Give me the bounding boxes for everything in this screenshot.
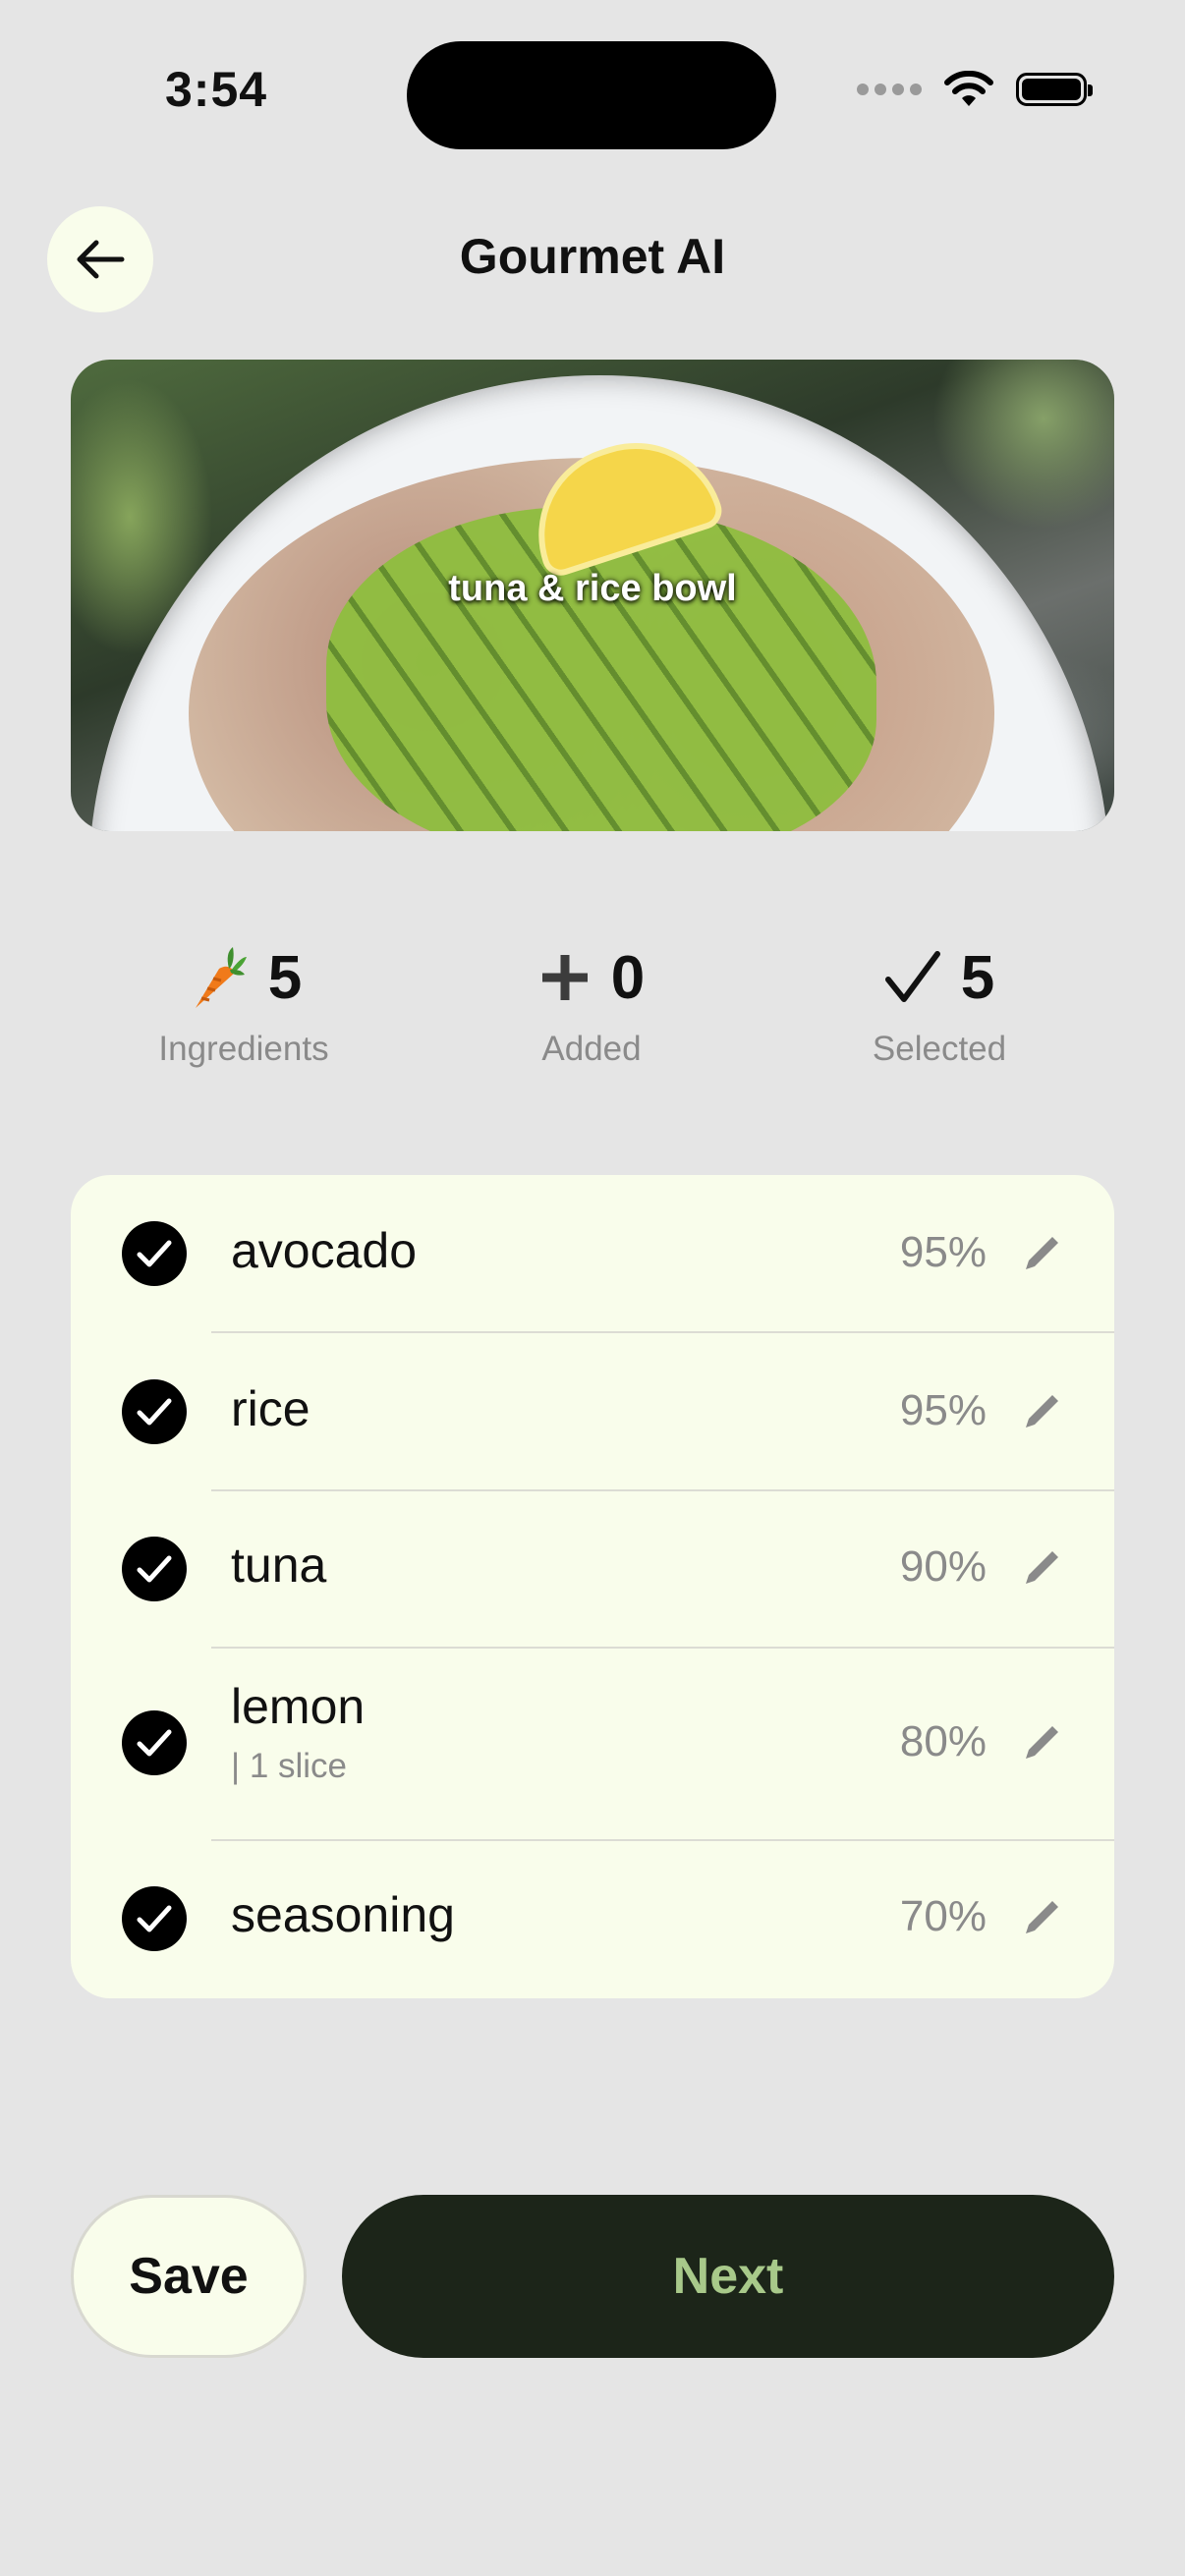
list-item[interactable]: tuna 90% bbox=[71, 1491, 1114, 1647]
list-item[interactable]: seasoning 70% bbox=[71, 1841, 1114, 1998]
ingredient-name: rice bbox=[231, 1381, 310, 1436]
page-title: Gourmet AI bbox=[459, 229, 726, 284]
status-icons bbox=[857, 71, 1093, 108]
pencil-icon[interactable] bbox=[1020, 1390, 1063, 1433]
check-icon bbox=[137, 1555, 172, 1583]
list-item[interactable]: rice 95% bbox=[71, 1333, 1114, 1489]
checkbox-checked[interactable] bbox=[122, 1379, 187, 1444]
ingredients-count: 5 bbox=[267, 943, 303, 1012]
pencil-icon[interactable] bbox=[1020, 1546, 1063, 1590]
next-button[interactable]: Next bbox=[342, 2195, 1114, 2358]
check-icon bbox=[137, 1240, 172, 1267]
stat-selected: 5 Selected bbox=[792, 933, 1087, 1069]
checkbox-checked[interactable] bbox=[122, 1537, 187, 1601]
ingredient-name: avocado bbox=[231, 1223, 418, 1278]
dynamic-island bbox=[407, 41, 776, 149]
confidence-value: 70% bbox=[899, 1892, 987, 1940]
ingredient-name: lemon bbox=[231, 1679, 366, 1734]
check-icon bbox=[137, 1729, 172, 1757]
stat-added: 0 Added bbox=[444, 933, 739, 1069]
added-label: Added bbox=[541, 1030, 642, 1068]
wifi-icon bbox=[944, 71, 993, 106]
ingredient-detail: | 1 slice bbox=[231, 1747, 348, 1785]
confidence-value: 90% bbox=[899, 1542, 987, 1591]
check-icon bbox=[137, 1905, 172, 1932]
save-button[interactable]: Save bbox=[71, 2195, 307, 2358]
carrot-icon bbox=[195, 947, 247, 1008]
list-item[interactable]: lemon | 1 slice 80% bbox=[71, 1649, 1114, 1839]
ingredient-name: seasoning bbox=[231, 1887, 455, 1942]
cellular-signal-icon bbox=[857, 84, 922, 95]
confidence-value: 95% bbox=[899, 1228, 987, 1276]
ingredients-label: Ingredients bbox=[158, 1030, 329, 1068]
battery-icon bbox=[1016, 73, 1093, 106]
added-count: 0 bbox=[610, 943, 646, 1012]
list-item[interactable]: avocado 95% bbox=[71, 1175, 1114, 1332]
checkmark-icon bbox=[884, 951, 940, 1002]
pencil-icon[interactable] bbox=[1020, 1721, 1063, 1764]
ingredient-name: tuna bbox=[231, 1538, 327, 1593]
checkbox-checked[interactable] bbox=[122, 1886, 187, 1951]
pencil-icon[interactable] bbox=[1020, 1232, 1063, 1275]
dish-caption: tuna & rice bowl bbox=[448, 568, 737, 609]
dish-photo: tuna & rice bowl bbox=[71, 360, 1114, 831]
stat-ingredients: 5 Ingredients bbox=[96, 933, 391, 1069]
ingredient-list: avocado 95% rice 95% tuna 90% lemon | 1 … bbox=[71, 1175, 1114, 1998]
selected-label: Selected bbox=[872, 1030, 1007, 1068]
checkbox-checked[interactable] bbox=[122, 1221, 187, 1286]
stats-row: 5 Ingredients 0 Added 5 Selected bbox=[0, 933, 1185, 1081]
confidence-value: 80% bbox=[899, 1717, 987, 1765]
plus-icon bbox=[541, 955, 588, 1000]
confidence-value: 95% bbox=[899, 1386, 987, 1434]
pencil-icon[interactable] bbox=[1020, 1896, 1063, 1939]
checkbox-checked[interactable] bbox=[122, 1710, 187, 1775]
check-icon bbox=[137, 1398, 172, 1426]
selected-count: 5 bbox=[960, 943, 995, 1012]
status-time: 3:54 bbox=[165, 62, 268, 117]
